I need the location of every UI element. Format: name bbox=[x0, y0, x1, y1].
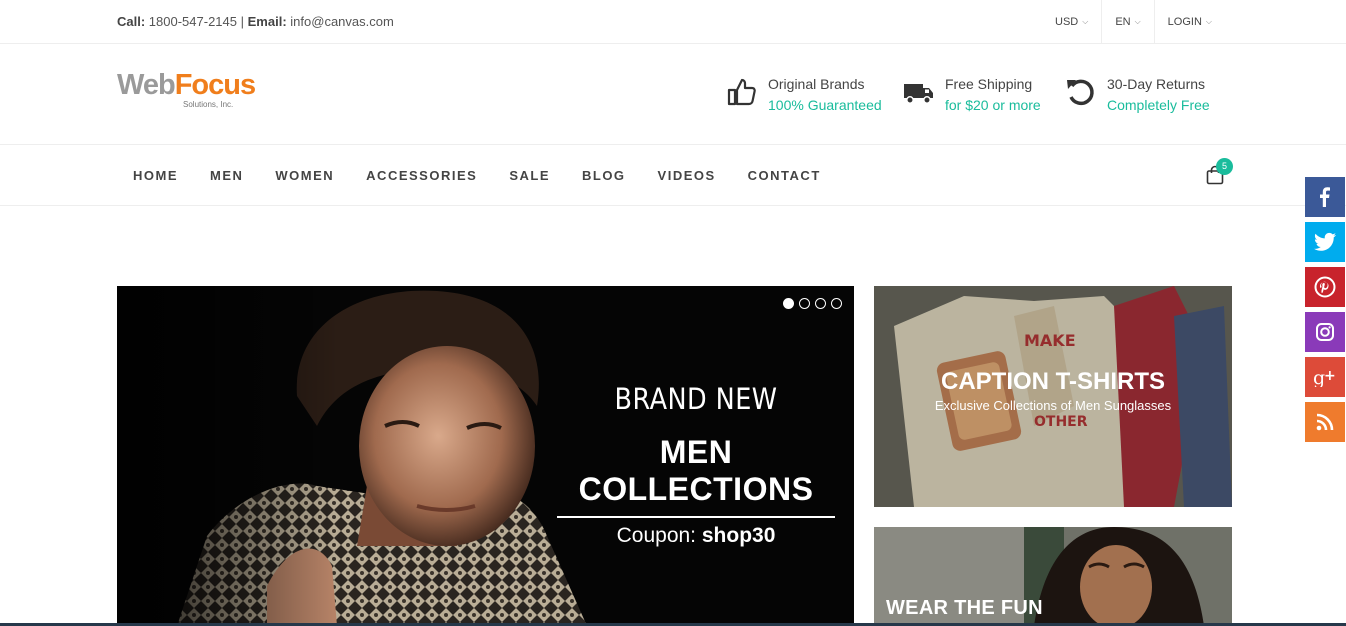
pinterest-icon bbox=[1314, 276, 1336, 298]
facebook-button[interactable] bbox=[1305, 177, 1345, 217]
language-label: EN bbox=[1115, 15, 1131, 28]
undo-icon bbox=[1067, 79, 1094, 106]
rss-button[interactable] bbox=[1305, 402, 1345, 442]
banner-title: CAPTION T-SHIRTS bbox=[940, 368, 1165, 395]
topbar-dropdowns: USD ⌵ EN ⌵ LOGIN ⌵ bbox=[1042, 0, 1225, 43]
google-plus-button[interactable]: g + bbox=[1305, 357, 1345, 397]
cart-count-badge: 5 bbox=[1216, 158, 1233, 175]
slide-line-1: BRAND NEW bbox=[614, 382, 778, 416]
nav-menu: HOME MEN WOMEN ACCESSORIES SALE BLOG VID… bbox=[117, 145, 837, 205]
promo-banner-wear-the-fun[interactable]: WEAR THE FUN bbox=[874, 527, 1232, 626]
feature-title: Original Brands bbox=[768, 76, 865, 92]
banner-subtitle: Exclusive Collections of Men Sunglasses bbox=[934, 398, 1172, 413]
slide-divider bbox=[557, 516, 835, 518]
truck-icon bbox=[904, 84, 933, 104]
instagram-button[interactable] bbox=[1305, 312, 1345, 352]
login-label: LOGIN bbox=[1167, 15, 1202, 28]
currency-label: USD bbox=[1055, 15, 1079, 28]
google-plus-icon: g+ bbox=[1313, 367, 1336, 387]
svg-text:+: + bbox=[1324, 368, 1336, 384]
banner-caption: CAPTION T-SHIRTS Exclusive Collections o… bbox=[874, 368, 1232, 413]
twitter-icon bbox=[1314, 232, 1336, 251]
feature-subtitle: Completely Free bbox=[1107, 97, 1210, 113]
slider-dot[interactable] bbox=[815, 298, 826, 309]
nav-item-sale[interactable]: SALE bbox=[493, 168, 566, 183]
slider-dot[interactable] bbox=[831, 298, 842, 309]
email-address[interactable]: info@canvas.com bbox=[290, 14, 394, 29]
slider-dot[interactable] bbox=[799, 298, 810, 309]
site-logo[interactable]: WebFocus Solutions, Inc. bbox=[117, 69, 256, 109]
instagram-icon bbox=[1316, 323, 1334, 341]
currency-dropdown[interactable]: USD ⌵ bbox=[1042, 0, 1101, 43]
promo-banner-tshirts[interactable]: MAKE OTHER CAPTION T-SHIRTS Exclusive Co… bbox=[874, 286, 1232, 507]
nav-item-contact[interactable]: CONTACT bbox=[732, 168, 837, 183]
twitter-button[interactable] bbox=[1305, 222, 1345, 262]
slide-line-2: MEN COLLECTIONS bbox=[578, 434, 814, 507]
slider-dots bbox=[778, 298, 842, 309]
banner-title: WEAR THE FUN bbox=[886, 597, 1043, 619]
contact-info: Call: 1800-547-2145 | Email: info@canvas… bbox=[117, 14, 394, 29]
chevron-down-icon: ⌵ bbox=[1205, 16, 1212, 26]
nav-item-home[interactable]: HOME bbox=[117, 168, 194, 183]
site-header: WebFocus Solutions, Inc. Original Brands… bbox=[0, 44, 1346, 145]
feature-subtitle: 100% Guaranteed bbox=[768, 97, 882, 113]
rss-icon bbox=[1316, 413, 1334, 431]
login-dropdown[interactable]: LOGIN ⌵ bbox=[1153, 0, 1225, 43]
separator: | bbox=[240, 14, 245, 29]
coupon-code: shop30 bbox=[701, 524, 776, 547]
social-sidebar: g + bbox=[1305, 177, 1345, 447]
feature-original-brands: Original Brands 100% Guaranteed bbox=[726, 74, 882, 116]
feature-title: Free Shipping bbox=[945, 76, 1033, 92]
thumbs-up-icon bbox=[727, 78, 756, 106]
logo-focus: Focus bbox=[174, 69, 256, 101]
nav-item-men[interactable]: MEN bbox=[194, 168, 259, 183]
call-label: Call: bbox=[117, 14, 146, 29]
feature-subtitle: for $20 or more bbox=[945, 97, 1041, 113]
chevron-down-icon: ⌵ bbox=[1134, 16, 1141, 26]
main-nav: HOME MEN WOMEN ACCESSORIES SALE BLOG VID… bbox=[0, 145, 1346, 206]
nav-item-women[interactable]: WOMEN bbox=[259, 168, 350, 183]
slide-caption: BRAND NEW MEN COLLECTIONS Coupon: shop30 bbox=[553, 382, 839, 548]
feature-title: 30-Day Returns bbox=[1107, 76, 1206, 92]
slider-dot[interactable] bbox=[783, 298, 794, 309]
feature-returns: 30-Day Returns Completely Free bbox=[1065, 74, 1210, 116]
logo-web: Web bbox=[117, 69, 176, 101]
logo-subtitle: Solutions, Inc. bbox=[183, 100, 234, 109]
facebook-icon bbox=[1320, 187, 1330, 207]
hero-slider[interactable]: BRAND NEW MEN COLLECTIONS Coupon: shop30 bbox=[117, 286, 854, 626]
chevron-down-icon: ⌵ bbox=[1082, 16, 1089, 26]
phone-number[interactable]: 1800-547-2145 bbox=[149, 14, 237, 29]
coupon-text: Coupon: shop30 bbox=[553, 524, 839, 548]
email-label: Email: bbox=[247, 14, 287, 29]
nav-item-videos[interactable]: VIDEOS bbox=[642, 168, 732, 183]
language-dropdown[interactable]: EN ⌵ bbox=[1101, 0, 1153, 43]
nav-item-blog[interactable]: BLOG bbox=[566, 168, 642, 183]
nav-item-accessories[interactable]: ACCESSORIES bbox=[350, 168, 493, 183]
top-bar: Call: 1800-547-2145 | Email: info@canvas… bbox=[0, 0, 1346, 44]
coupon-label: Coupon: bbox=[616, 524, 697, 547]
pinterest-button[interactable] bbox=[1305, 267, 1345, 307]
feature-free-shipping: Free Shipping for $20 or more bbox=[903, 74, 1041, 116]
